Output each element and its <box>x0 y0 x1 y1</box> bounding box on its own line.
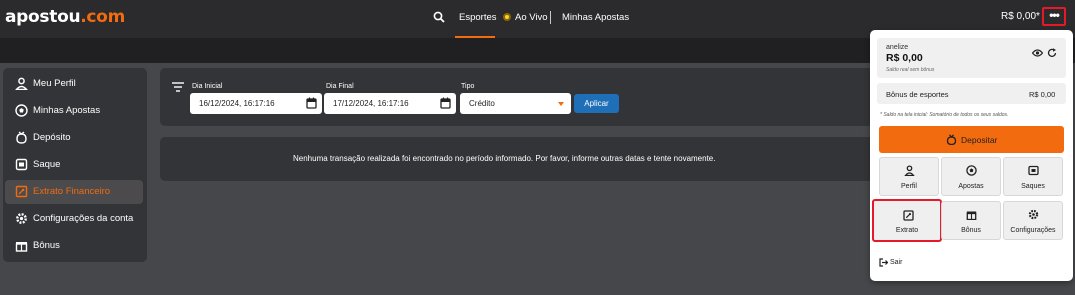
nav-esportes[interactable]: Esportes <box>459 12 497 23</box>
user-icon <box>904 165 915 176</box>
bonus-value: R$ 0,00 <box>1029 90 1056 99</box>
sidebar-item-label: Meu Perfil <box>33 78 76 89</box>
refresh-icon[interactable] <box>1047 48 1057 58</box>
gift-icon <box>15 242 28 252</box>
tile-label: Configurações <box>1010 227 1056 234</box>
tile-saques[interactable]: Saques <box>1003 157 1063 196</box>
start-date-input[interactable]: 16/12/2024, 16:17:16 <box>190 93 322 114</box>
tile-bonus[interactable]: Bônus <box>941 201 1001 240</box>
withdraw-icon <box>15 158 28 171</box>
balance-note: Saldo real sem bônus <box>886 67 935 73</box>
user-balance: R$ 0,00 <box>886 52 923 64</box>
tile-perfil[interactable]: Perfil <box>879 157 939 196</box>
logo-tld: .com <box>80 7 125 27</box>
empty-state-message: Nenhuma transação realizada foi encontra… <box>293 154 716 163</box>
username: anelize <box>886 44 909 51</box>
end-date-label: Dia Final <box>326 83 354 90</box>
balance-footnote: * Saldo na tela inicial: Somatório de to… <box>880 112 1009 118</box>
deposit-button[interactable]: Depositar <box>879 126 1064 153</box>
nav-minhas-apostas[interactable]: Minhas Apostas <box>562 12 629 23</box>
tile-label: Apostas <box>958 183 984 190</box>
calendar-icon[interactable] <box>440 97 451 109</box>
start-date-value: 16/12/2024, 16:17:16 <box>199 99 275 108</box>
sidebar-item-label: Saque <box>33 159 61 170</box>
type-label: Tipo <box>461 83 475 90</box>
sidebar-item-bonus[interactable]: Bônus <box>5 234 143 258</box>
gear-icon <box>1028 209 1039 220</box>
sidebar-item-extrato-financeiro[interactable]: Extrato Financeiro <box>5 180 143 204</box>
tile-label: Bônus <box>961 227 981 234</box>
type-value: Crédito <box>469 99 495 108</box>
end-date-value: 17/12/2024, 16:17:16 <box>333 99 409 108</box>
logout-label: Sair <box>890 259 903 266</box>
type-select[interactable]: Crédito <box>460 93 571 114</box>
end-date-input[interactable]: 17/12/2024, 16:17:16 <box>324 93 456 114</box>
sidebar-item-label: Bônus <box>33 240 60 251</box>
tile-apostas[interactable]: Apostas <box>941 157 1001 196</box>
sidebar-item-minhas-apostas[interactable]: Minhas Apostas <box>5 99 143 123</box>
account-sidebar: Meu Perfil Minhas Apostas Depósito Saque… <box>3 68 147 262</box>
tile-configuracoes[interactable]: Configurações <box>1003 201 1063 240</box>
tile-label: Perfil <box>901 183 917 190</box>
chevron-down-icon <box>558 102 564 106</box>
logout-icon <box>879 258 888 267</box>
gift-icon <box>966 211 977 220</box>
sidebar-item-meu-perfil[interactable]: Meu Perfil <box>5 72 143 96</box>
soccer-ball-icon <box>15 104 28 117</box>
nav-divider <box>550 11 551 24</box>
sidebar-item-label: Minhas Apostas <box>33 105 101 116</box>
sidebar-item-label: Depósito <box>33 132 71 143</box>
logo[interactable]: apostou.com <box>5 7 125 27</box>
logo-text: apostou <box>5 7 81 27</box>
withdraw-icon <box>1028 165 1039 176</box>
header-balance[interactable]: R$ 0,00* <box>1001 11 1040 22</box>
start-date-label: Dia Inicial <box>192 83 223 90</box>
eye-icon[interactable] <box>1032 49 1043 57</box>
sidebar-item-saque[interactable]: Saque <box>5 153 143 177</box>
tile-label: Extrato <box>895 227 919 234</box>
nav-ao-vivo[interactable]: Ao Vivo <box>515 12 548 23</box>
sidebar-item-label: Configurações da conta <box>33 213 134 224</box>
apply-button[interactable]: Aplicar <box>574 94 619 113</box>
deposit-label: Depositar <box>961 135 998 145</box>
sidebar-item-configuracoes[interactable]: Configurações da conta <box>5 207 143 231</box>
deposit-icon <box>946 134 957 145</box>
sidebar-item-label: Extrato Financeiro <box>33 186 111 197</box>
sidebar-item-deposito[interactable]: Depósito <box>5 126 143 150</box>
filter-icon[interactable] <box>172 82 184 92</box>
gear-icon <box>16 213 27 224</box>
tile-extrato[interactable]: Extrato <box>872 199 942 242</box>
more-menu-button[interactable]: ••• <box>1042 7 1066 26</box>
user-icon <box>15 77 28 90</box>
tile-label: Saques <box>1021 183 1045 190</box>
statement-icon <box>15 185 28 198</box>
calendar-icon[interactable] <box>306 97 317 109</box>
bonus-label: Bônus de esportes <box>886 90 949 99</box>
search-icon[interactable] <box>433 11 445 23</box>
soccer-ball-icon <box>966 165 977 176</box>
statement-icon <box>903 210 914 221</box>
deposit-icon <box>16 131 27 144</box>
live-icon <box>503 13 511 21</box>
